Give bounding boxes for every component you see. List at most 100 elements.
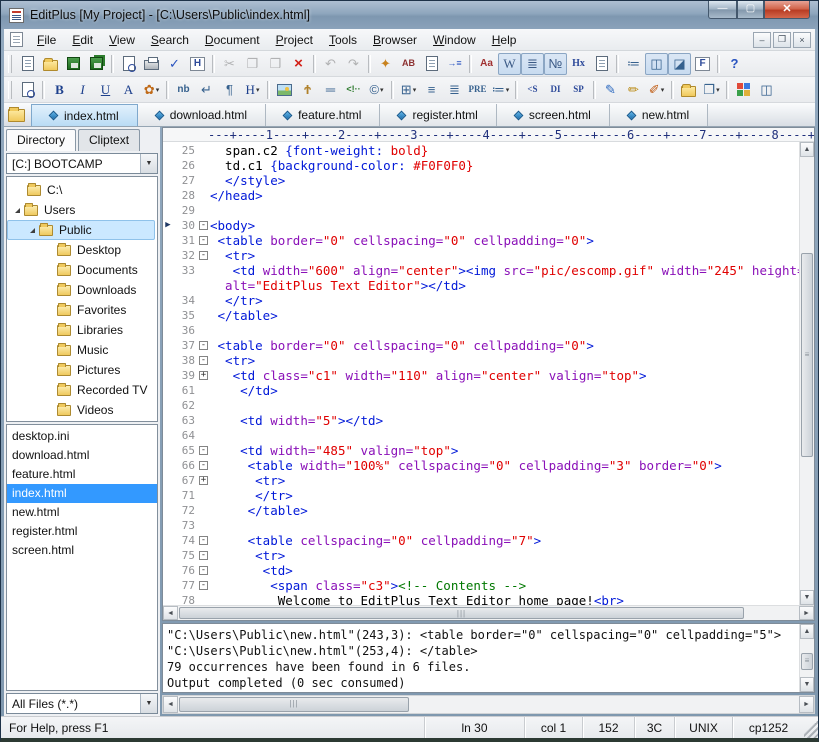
horizontal-rule-button[interactable]: ═ [319,79,342,101]
maximize-button[interactable]: ▢ [737,1,764,19]
code-line[interactable]: 39+ <td class="c1" width="110" align="ce… [163,368,799,383]
open-file-button[interactable] [39,53,62,75]
tree-item-videos[interactable]: Videos [7,400,157,420]
menu-browser[interactable]: Browser [365,31,425,49]
scroll-left-button[interactable]: ◄ [163,606,178,620]
tab-new.html[interactable]: new.html [610,104,708,126]
spell-check-button[interactable]: ✓ [163,53,186,75]
file-item-register-html[interactable]: register.html [7,522,157,541]
scroll-left-button[interactable]: ◄ [163,696,178,713]
fold-expand-icon[interactable]: + [199,371,208,380]
code-line[interactable]: 76- <td> [163,563,799,578]
function-list-button[interactable]: F [691,53,714,75]
code-line[interactable]: alt="EditPlus Text Editor"></td> [163,278,799,293]
div-button[interactable]: DI [544,79,567,101]
view-in-browser-button[interactable] [16,79,39,101]
word-wrap-button[interactable]: W [498,53,521,75]
code-line[interactable]: 67+ <tr> [163,473,799,488]
fold-collapse-icon[interactable]: - [199,236,208,245]
strikeout-button[interactable]: <S [521,79,544,101]
file-item-screen-html[interactable]: screen.html [7,541,157,560]
new-folder-button[interactable] [677,79,700,101]
menu-file[interactable]: File [29,31,64,49]
underline-button[interactable]: U [94,79,117,101]
code-line[interactable]: 78 Welcome to EditPlus Text Editor home … [163,593,799,605]
fold-collapse-icon[interactable]: - [199,551,208,560]
drive-selector[interactable]: [C:] BOOTCAMP ▼ [6,153,158,174]
user-tools-button[interactable]: ✏ [622,79,645,101]
tab-download.html[interactable]: download.html [138,104,266,126]
comment-button[interactable]: <!·· [342,79,365,101]
minimize-button[interactable]: — [708,1,737,19]
tab-register.html[interactable]: register.html [380,104,496,126]
fold-expand-icon[interactable]: + [199,476,208,485]
sidebar-tab-cliptext[interactable]: Cliptext [78,129,140,151]
code-line[interactable]: 29 [163,203,799,218]
code-line[interactable]: 25 span.c2 {font-weight: bold} [163,143,799,158]
code-line[interactable]: 74- <table cellspacing="0" cellpadding="… [163,533,799,548]
code-line[interactable]: 77- <span class="c3"><!-- Contents --> [163,578,799,593]
redo-button[interactable]: ↷ [342,53,365,75]
scroll-thumb[interactable] [801,653,813,671]
color-button[interactable]: ✿▾ [140,79,163,101]
image-button[interactable] [273,79,296,101]
code-line[interactable]: 28</head> [163,188,799,203]
code-line[interactable]: 66- <table width="100%" cellspacing="0" … [163,458,799,473]
fold-collapse-icon[interactable]: - [199,341,208,350]
code-line[interactable]: 31- <table border="0" cellspacing="0" ce… [163,233,799,248]
tree-item-public[interactable]: Public [7,220,155,240]
table-button[interactable]: ⊞▾ [397,79,420,101]
highlight-button[interactable]: ✐▾ [645,79,668,101]
center-text-button[interactable]: ≡ [420,79,443,101]
menu-project[interactable]: Project [268,31,321,49]
hex-viewer-button[interactable]: Hx [567,53,590,75]
list-button[interactable]: ≔▾ [489,79,512,101]
scroll-right-button[interactable]: ► [799,696,814,713]
fold-collapse-icon[interactable]: - [199,566,208,575]
align-button[interactable]: ≣ [443,79,466,101]
code-editor[interactable]: 25 span.c2 {font-weight: bold}26 td.c1 {… [163,142,799,605]
output-window[interactable]: "C:\Users\Public\new.html"(243,3): <tabl… [162,623,815,693]
code-line[interactable]: 38- <tr> [163,353,799,368]
file-item-feature-html[interactable]: feature.html [7,465,157,484]
code-line[interactable]: ▶30-<body> [163,218,799,233]
delete-button[interactable]: × [287,53,310,75]
tab-screen.html[interactable]: screen.html [497,104,610,126]
output-vertical-scrollbar[interactable]: ▲ ▼ [799,624,814,692]
code-line[interactable]: 65- <td width="485" valign="top"> [163,443,799,458]
undo-button[interactable]: ↶ [319,53,342,75]
title-bar[interactable]: EditPlus [My Project] - [C:\Users\Public… [1,1,818,29]
tree-item-users[interactable]: Users [7,200,157,220]
fold-collapse-icon[interactable]: - [199,221,208,230]
menu-help[interactable]: Help [484,31,525,49]
code-line[interactable]: 62 [163,398,799,413]
code-line[interactable]: 36 [163,323,799,338]
menu-document[interactable]: Document [197,31,268,49]
special-character-button[interactable]: ©▾ [365,79,388,101]
paste-button[interactable]: ❒ [264,53,287,75]
directory-window-button[interactable]: ◫ [645,53,668,75]
paragraph-button[interactable]: ¶ [218,79,241,101]
resize-grip[interactable] [804,717,818,738]
find-button[interactable]: ✦ [374,53,397,75]
line-spacing-button[interactable]: ≣ [521,53,544,75]
bold-button[interactable]: B [48,79,71,101]
panel-layout-button[interactable]: ❐▾ [700,79,723,101]
goto-line-button[interactable]: →≡ [443,53,466,75]
menu-tools[interactable]: Tools [321,31,365,49]
code-line[interactable]: 26 td.c1 {background-color: #F0F0F0} [163,158,799,173]
chevron-down-icon[interactable]: ▼ [140,694,157,713]
new-html-page-button[interactable]: H [186,53,209,75]
print-preview-button[interactable] [117,53,140,75]
sidebar-tab-directory[interactable]: Directory [6,129,76,151]
expanded-arrow-icon[interactable] [15,208,20,213]
save-button[interactable] [62,53,85,75]
tree-item-desktop[interactable]: Desktop [7,240,157,260]
split-window-button[interactable]: ◫ [755,79,778,101]
code-line[interactable]: 27 </style> [163,173,799,188]
mdi-minimize-button[interactable]: – [753,32,771,48]
mdi-restore-button[interactable]: ❐ [773,32,791,48]
mdi-close-button[interactable]: × [793,32,811,48]
code-line[interactable]: 64 [163,428,799,443]
anchor-button[interactable]: Ϯ [296,79,319,101]
